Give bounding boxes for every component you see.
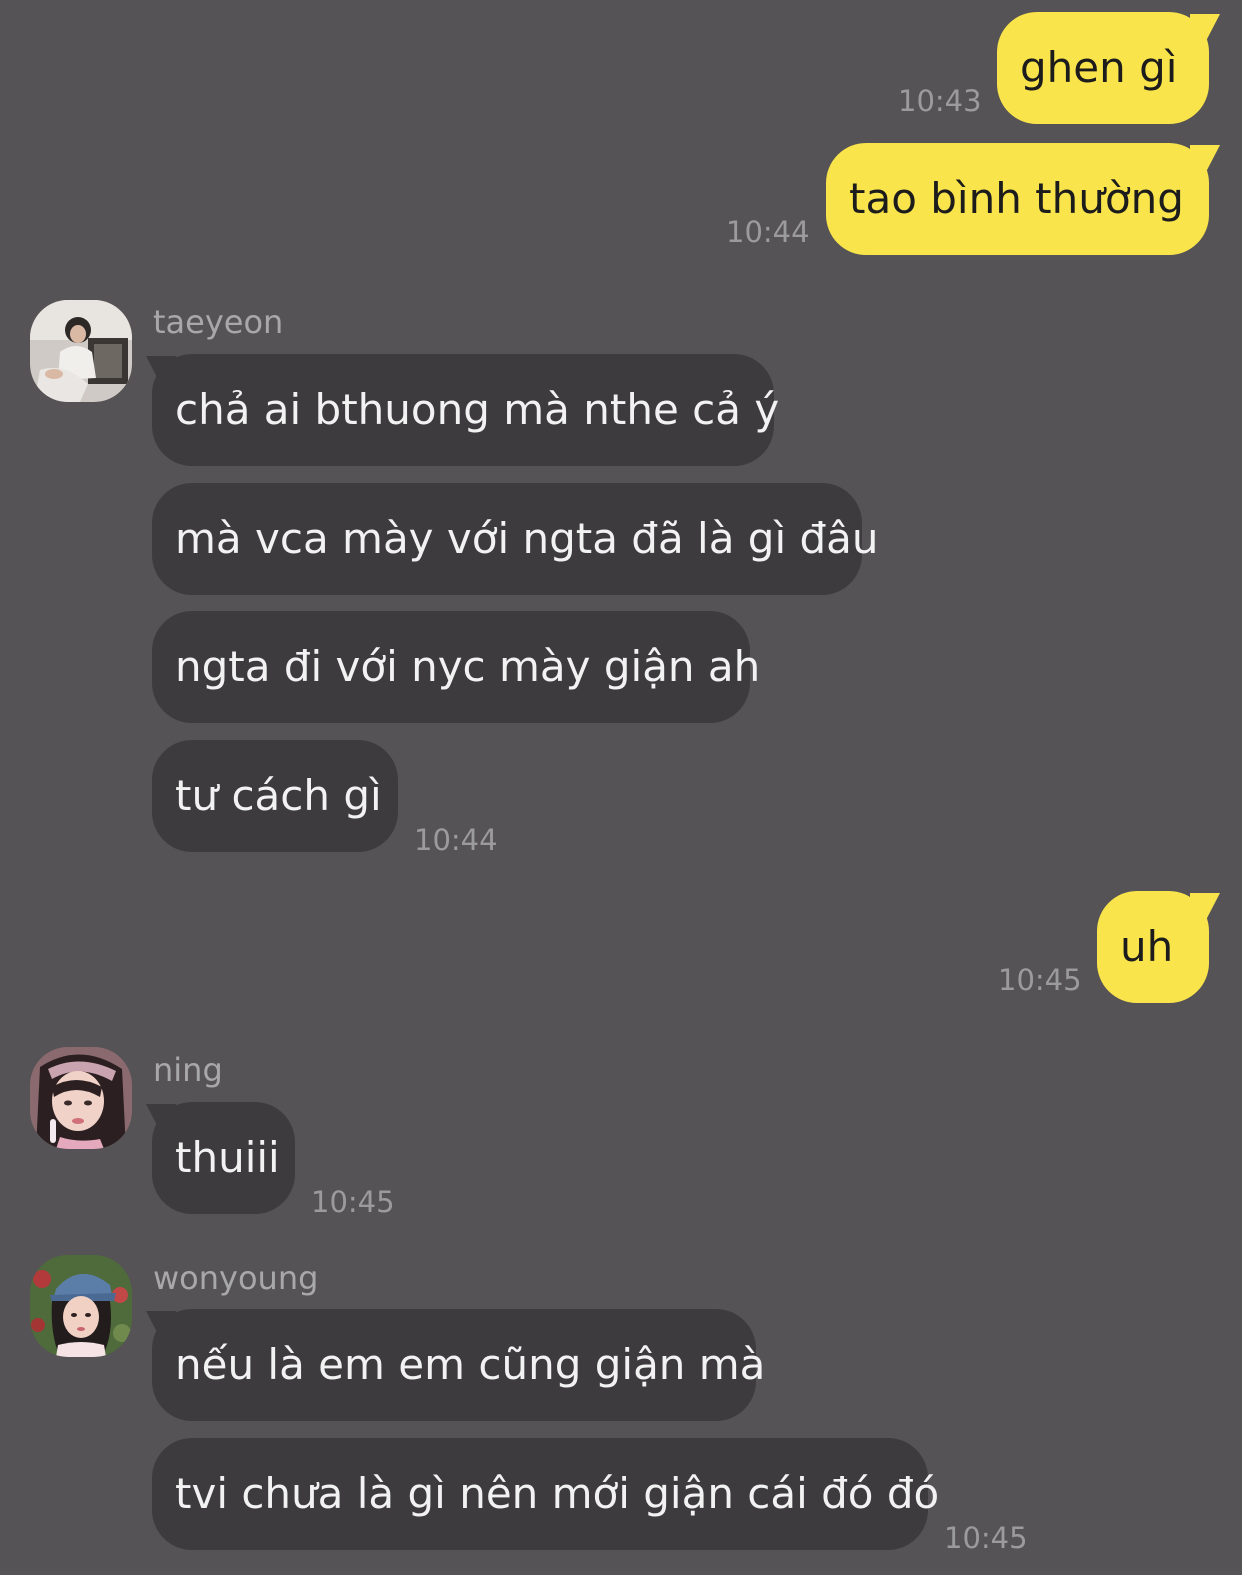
message-bubble[interactable]: mà vca mày với ngta đã là gì đâu xyxy=(152,483,879,595)
bubble-tail xyxy=(1190,893,1220,919)
message-timestamp: 10:43 xyxy=(898,84,982,118)
sender-name: wonyoung xyxy=(153,1259,319,1297)
ning-avatar-icon[interactable] xyxy=(30,1047,132,1149)
message-bubble[interactable]: thuiii xyxy=(152,1102,295,1214)
message-timestamp: 10:44 xyxy=(414,823,498,857)
message-bubble[interactable]: ngta đi với nyc mày giận ah xyxy=(152,611,760,723)
message-timestamp: 10:45 xyxy=(944,1521,1028,1555)
message-bubble[interactable]: tvi chưa là gì nên mới giận cái đó đó xyxy=(152,1438,939,1550)
taeyeon-avatar-icon[interactable] xyxy=(30,300,132,402)
bubble-tail xyxy=(1190,14,1220,40)
message-bubble[interactable]: tư cách gì xyxy=(152,740,398,852)
wonyoung-avatar-icon[interactable] xyxy=(30,1255,132,1357)
message-timestamp: 10:45 xyxy=(311,1185,395,1219)
message-bubble[interactable]: chả ai bthuong mà nthe cả ý xyxy=(152,354,779,466)
message-bubble[interactable]: tao bình thường xyxy=(826,143,1209,255)
message-bubble[interactable]: nếu là em em cũng giận mà xyxy=(152,1309,765,1421)
bubble-tail xyxy=(1190,145,1220,171)
message-bubble[interactable]: ghen gì xyxy=(997,12,1209,124)
message-timestamp: 10:45 xyxy=(998,963,1082,997)
sender-name: taeyeon xyxy=(153,303,284,341)
message-timestamp: 10:44 xyxy=(726,215,810,249)
sender-name: ning xyxy=(153,1051,223,1089)
